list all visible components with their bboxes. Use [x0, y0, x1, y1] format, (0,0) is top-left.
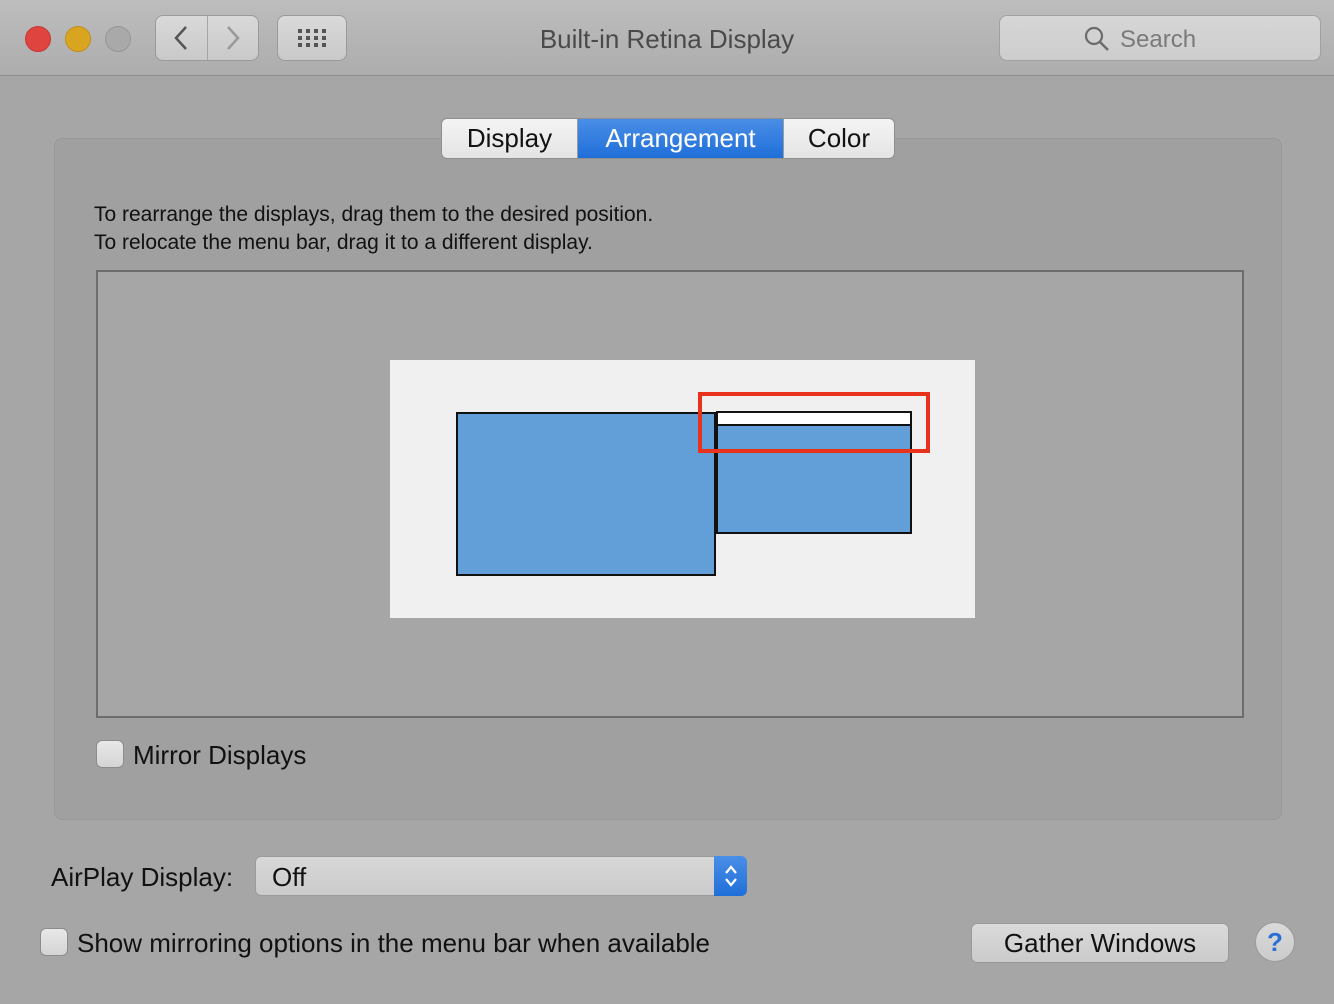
popup-arrows-icon — [714, 856, 747, 896]
display-main[interactable] — [456, 412, 716, 576]
airplay-label: AirPlay Display: — [51, 862, 234, 892]
tab-arrangement[interactable]: Arrangement — [577, 119, 783, 158]
tab-display[interactable]: Display — [442, 119, 577, 158]
instruction-text-2: To relocate the menu bar, drag it to a d… — [94, 231, 593, 254]
gather-windows-button[interactable]: Gather Windows — [971, 923, 1229, 963]
search-field[interactable]: Search — [999, 15, 1321, 61]
help-button[interactable]: ? — [1255, 922, 1295, 962]
menu-bar-highlight-box — [698, 392, 930, 453]
search-icon — [1084, 26, 1109, 51]
mirror-displays-label: Mirror Displays — [133, 740, 307, 770]
airplay-value: Off — [272, 862, 307, 892]
tab-color[interactable]: Color — [783, 119, 894, 158]
tab-bar: Display Arrangement Color — [441, 118, 895, 159]
title-bar: Built-in Retina Display Search — [0, 0, 1334, 76]
instruction-text-1: To rearrange the displays, drag them to … — [94, 203, 654, 226]
show-mirroring-options-label: Show mirroring options in the menu bar w… — [77, 928, 711, 958]
airplay-display-popup[interactable]: Off — [255, 856, 747, 896]
search-placeholder: Search — [1120, 26, 1197, 53]
mirror-displays-checkbox[interactable] — [96, 740, 124, 768]
show-mirroring-options-checkbox[interactable] — [40, 928, 68, 956]
